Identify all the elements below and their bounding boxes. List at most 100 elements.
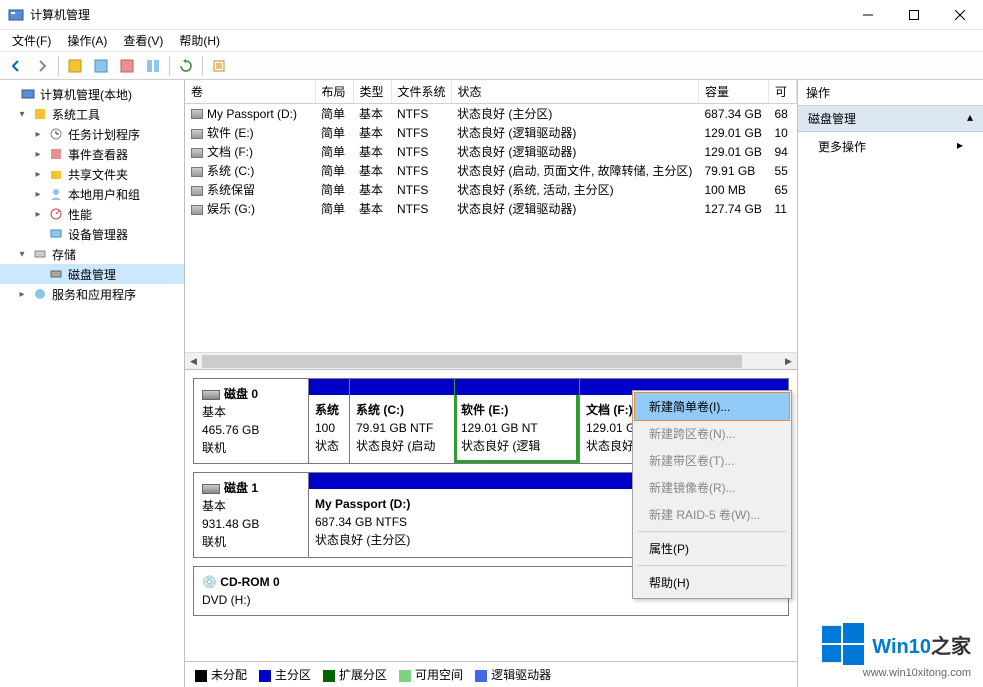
watermark-brand-b: 之家: [931, 636, 971, 658]
table-row[interactable]: 系统 (C:)简单基本NTFS状态良好 (启动, 页面文件, 故障转储, 主分区…: [185, 161, 797, 180]
disk0-part-0[interactable]: 系统100状态: [309, 379, 349, 463]
disk-icon: [202, 484, 220, 494]
tree-scheduler[interactable]: ▸任务计划程序: [0, 124, 184, 144]
disk0-part-2[interactable]: 软件 (E:)129.01 GB NT状态良好 (逻辑: [454, 379, 579, 463]
cd-icon: 💿: [202, 575, 220, 589]
scroll-right-icon[interactable]: ▶: [780, 353, 797, 370]
tree-label: 事件查看器: [68, 146, 128, 163]
legend-free: 可用空间: [415, 668, 463, 682]
disk0-type: 基本: [202, 403, 300, 421]
col-fs[interactable]: 文件系统: [391, 80, 451, 104]
ctx-new-stripe[interactable]: 新建带区卷(T)...: [635, 447, 789, 474]
tree-label: 共享文件夹: [68, 166, 128, 183]
tree-diskmgmt[interactable]: 磁盘管理: [0, 264, 184, 284]
action-header: 操作: [798, 80, 983, 106]
hscrollbar[interactable]: ◀ ▶: [185, 352, 797, 369]
toolbar-btn-1[interactable]: [63, 54, 87, 78]
col-layout[interactable]: 布局: [315, 80, 353, 104]
tree-sharedfolders[interactable]: ▸共享文件夹: [0, 164, 184, 184]
watermark: Win10之家 www.win10xitong.com: [822, 623, 971, 679]
disk1-info[interactable]: 磁盘 1 基本 931.48 GB 联机: [194, 473, 309, 557]
table-row[interactable]: 软件 (E:)简单基本NTFS状态良好 (逻辑驱动器)129.01 GB10: [185, 123, 797, 142]
ctx-new-raid5[interactable]: 新建 RAID-5 卷(W)...: [635, 501, 789, 528]
tree-eventviewer[interactable]: ▸事件查看器: [0, 144, 184, 164]
windows-logo-icon: [822, 623, 864, 665]
watermark-url: www.win10xitong.com: [822, 667, 971, 679]
tree-label: 服务和应用程序: [52, 286, 136, 303]
tree-performance[interactable]: ▸性能: [0, 204, 184, 224]
titlebar: 计算机管理: [0, 0, 983, 30]
tree-label: 本地用户和组: [68, 186, 140, 203]
tree-systools[interactable]: ▾系统工具: [0, 104, 184, 124]
table-row[interactable]: 娱乐 (G:)简单基本NTFS状态良好 (逻辑驱动器)127.74 GB11: [185, 199, 797, 218]
tree-root[interactable]: 计算机管理(本地): [0, 84, 184, 104]
tree-label: 性能: [68, 206, 92, 223]
menu-file[interactable]: 文件(F): [4, 30, 59, 51]
cdrom-sub: DVD (H:): [202, 591, 301, 609]
menu-view[interactable]: 查看(V): [115, 30, 171, 51]
volume-list: 卷 布局 类型 文件系统 状态 容量 可 My Passport (D:)简单基…: [185, 80, 797, 370]
action-more[interactable]: 更多操作▸: [798, 132, 983, 161]
table-row[interactable]: 文档 (F:)简单基本NTFS状态良好 (逻辑驱动器)129.01 GB94: [185, 142, 797, 161]
forward-button[interactable]: [30, 54, 54, 78]
close-button[interactable]: [937, 0, 983, 30]
table-row[interactable]: My Passport (D:)简单基本NTFS状态良好 (主分区)687.34…: [185, 104, 797, 124]
disk0-status: 联机: [202, 439, 300, 457]
ctx-new-simple[interactable]: 新建简单卷(I)...: [634, 392, 790, 421]
col-capacity[interactable]: 容量: [699, 80, 769, 104]
legend-logical: 逻辑驱动器: [491, 668, 551, 682]
ctx-properties[interactable]: 属性(P): [635, 535, 789, 562]
disk1-size: 931.48 GB: [202, 515, 300, 533]
tree-services[interactable]: ▸服务和应用程序: [0, 284, 184, 304]
back-button[interactable]: [4, 54, 28, 78]
tree-storage[interactable]: ▾存储: [0, 244, 184, 264]
disk0-part-1[interactable]: 系统 (C:)79.91 GB NTF状态良好 (启动: [349, 379, 454, 463]
tree-pane: 计算机管理(本地) ▾系统工具 ▸任务计划程序 ▸事件查看器 ▸共享文件夹 ▸本…: [0, 80, 185, 687]
table-row[interactable]: 系统保留简单基本NTFS状态良好 (系统, 活动, 主分区)100 MB65: [185, 180, 797, 199]
disk1-part-0[interactable]: My Passport (D:)687.34 GB NTFS状态良好 (主分区): [309, 473, 656, 557]
toolbar-btn-5[interactable]: [207, 54, 231, 78]
action-pane: 操作 磁盘管理▴ 更多操作▸: [798, 80, 983, 687]
tree-label: 磁盘管理: [68, 266, 116, 283]
window-title: 计算机管理: [30, 6, 845, 23]
watermark-brand-a: Win10: [872, 636, 931, 658]
disk0-label: 磁盘 0: [224, 387, 258, 401]
legend-unalloc: 未分配: [211, 668, 247, 682]
col-type[interactable]: 类型: [353, 80, 391, 104]
ctx-new-span[interactable]: 新建跨区卷(N)...: [635, 420, 789, 447]
tree-label: 计算机管理(本地): [40, 86, 132, 103]
toolbar-btn-4[interactable]: [141, 54, 165, 78]
tree-label: 任务计划程序: [68, 126, 140, 143]
toolbar-btn-2[interactable]: [89, 54, 113, 78]
chevron-right-icon: ▸: [957, 138, 963, 155]
col-volume[interactable]: 卷: [185, 80, 315, 104]
tree-label: 存储: [52, 246, 76, 263]
cdrom-info[interactable]: 💿 CD-ROM 0 DVD (H:): [194, 567, 309, 615]
ctx-sep: [637, 565, 787, 566]
refresh-button[interactable]: [174, 54, 198, 78]
minimize-button[interactable]: [845, 0, 891, 30]
ctx-help[interactable]: 帮助(H): [635, 569, 789, 596]
maximize-button[interactable]: [891, 0, 937, 30]
ctx-new-mirror[interactable]: 新建镜像卷(R)...: [635, 474, 789, 501]
toolbar-btn-3[interactable]: [115, 54, 139, 78]
menu-action[interactable]: 操作(A): [59, 30, 115, 51]
menubar: 文件(F) 操作(A) 查看(V) 帮助(H): [0, 30, 983, 52]
collapse-icon: ▴: [967, 110, 973, 127]
app-icon: [8, 7, 24, 23]
disk1-status: 联机: [202, 533, 300, 551]
disk-icon: [202, 390, 220, 400]
action-section[interactable]: 磁盘管理▴: [798, 106, 983, 132]
col-free[interactable]: 可: [769, 80, 797, 104]
col-status[interactable]: 状态: [451, 80, 699, 104]
disk1-label: 磁盘 1: [224, 481, 258, 495]
tree-devmgr[interactable]: 设备管理器: [0, 224, 184, 244]
cdrom-label: CD-ROM 0: [220, 575, 279, 589]
toolbar: [0, 52, 983, 80]
scroll-thumb[interactable]: [202, 355, 742, 368]
tree-localusers[interactable]: ▸本地用户和组: [0, 184, 184, 204]
tree-label: 系统工具: [52, 106, 100, 123]
disk0-info[interactable]: 磁盘 0 基本 465.76 GB 联机: [194, 379, 309, 463]
menu-help[interactable]: 帮助(H): [171, 30, 228, 51]
scroll-left-icon[interactable]: ◀: [185, 353, 202, 370]
